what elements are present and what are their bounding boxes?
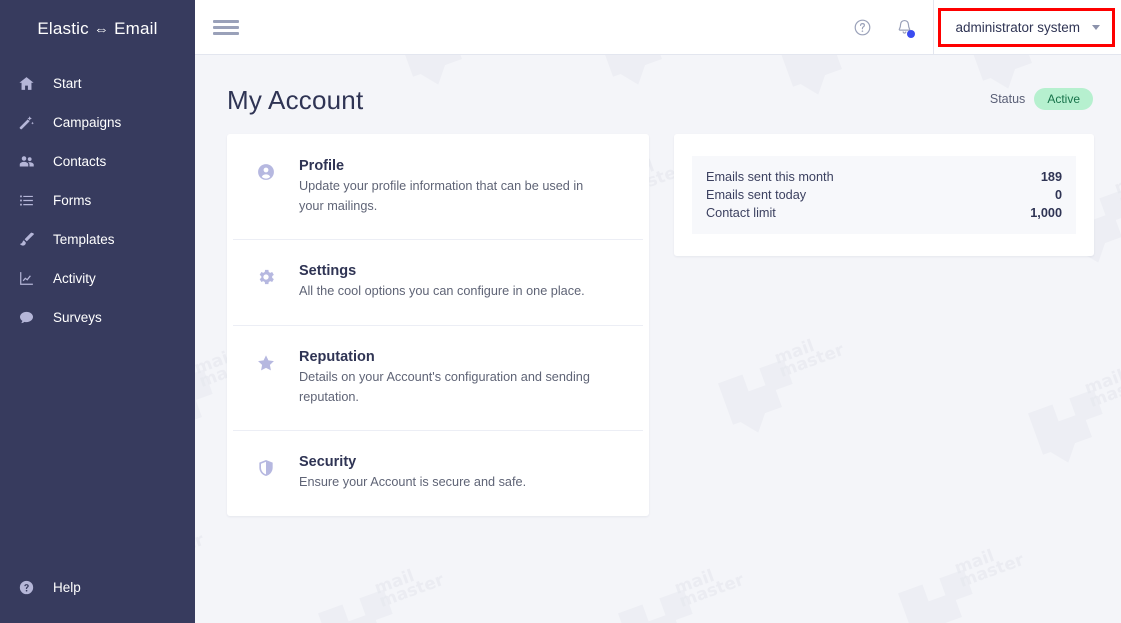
stat-value: 1,000 [1030, 206, 1062, 220]
account-sections-card: Profile Update your profile information … [227, 134, 649, 517]
sidebar-item-campaigns[interactable]: Campaigns [0, 103, 195, 142]
list-icon [18, 191, 44, 211]
stat-value: 0 [1054, 188, 1062, 202]
account-status: Status Active [990, 88, 1093, 116]
user-circle-icon [251, 158, 281, 182]
user-account-dropdown[interactable]: administrator system [938, 7, 1115, 47]
magic-wand-icon [18, 113, 44, 133]
home-icon [18, 74, 44, 94]
account-section-reputation[interactable]: Reputation Details on your Account's con… [227, 325, 649, 430]
stat-row: Emails sent this month 189 [706, 168, 1062, 186]
stat-row: Emails sent today 0 [706, 186, 1062, 204]
help-circle-icon [18, 578, 44, 598]
account-section-profile[interactable]: Profile Update your profile information … [227, 134, 649, 239]
page-header: My Account Status Active [195, 55, 1121, 116]
section-title: Reputation [299, 349, 375, 366]
section-description: Details on your Account's configuration … [299, 370, 590, 404]
people-icon [18, 152, 44, 172]
sidebar-item-surveys[interactable]: Surveys [0, 298, 195, 337]
main-area: administrator system My Account Status A… [195, 0, 1121, 623]
sidebar-item-label: Start [53, 76, 82, 91]
stat-label: Contact limit [706, 206, 776, 220]
hamburger-icon[interactable] [213, 14, 239, 40]
toolbar-divider [933, 0, 935, 55]
shield-icon [251, 454, 281, 478]
question-circle-icon[interactable] [841, 0, 883, 55]
sidebar-item-activity[interactable]: Activity [0, 259, 195, 298]
app-root: Elastic ⇔ Email Start Campaigns Contacts… [0, 0, 1121, 623]
stat-label: Emails sent today [706, 188, 807, 202]
account-section-text: Security Ensure your Account is secure a… [299, 454, 526, 493]
notification-badge-dot [907, 29, 916, 38]
section-description: Update your profile information that can… [299, 179, 584, 213]
sidebar-item-start[interactable]: Start [0, 64, 195, 103]
sidebar-item-label: Help [53, 580, 81, 595]
stat-value: 189 [1040, 170, 1062, 184]
top-bar-actions: administrator system [841, 0, 1121, 55]
bell-icon[interactable] [883, 0, 925, 55]
page-content: My Account Status Active Profile Update … [195, 55, 1121, 623]
sidebar-item-label: Surveys [53, 310, 102, 325]
sidebar-item-label: Activity [53, 271, 96, 286]
sidebar-item-label: Contacts [53, 154, 107, 169]
gear-icon [251, 263, 281, 287]
account-section-text: Reputation Details on your Account's con… [299, 349, 591, 407]
sidebar-item-help[interactable]: Help [0, 568, 195, 607]
speech-bubble-icon [18, 308, 44, 328]
usage-stats-card: Emails sent this month 189 Emails sent t… [674, 134, 1094, 256]
page-title: My Account [227, 85, 364, 115]
account-section-text: Profile Update your profile information … [299, 158, 591, 216]
sidebar-item-forms[interactable]: Forms [0, 181, 195, 220]
logo-link-icon: ⇔ [93, 20, 110, 38]
user-menu-highlight: administrator system [938, 7, 1115, 47]
paintbrush-icon [18, 230, 44, 250]
user-name-label: administrator system [955, 19, 1080, 35]
section-description: Ensure your Account is secure and safe. [299, 475, 527, 490]
sidebar-item-label: Campaigns [53, 115, 122, 130]
app-logo[interactable]: Elastic ⇔ Email [0, 0, 195, 58]
section-title: Profile [299, 158, 345, 174]
account-section-settings[interactable]: Settings All the cool options you can co… [227, 239, 649, 325]
sidebar-item-templates[interactable]: Templates [0, 220, 195, 259]
logo-text-left: Elastic [37, 19, 89, 38]
chart-icon [18, 269, 44, 289]
account-section-security[interactable]: Security Ensure your Account is secure a… [227, 430, 649, 516]
sidebar-item-label: Templates [53, 232, 115, 247]
section-title: Security [299, 454, 357, 471]
account-section-text: Settings All the cool options you can co… [299, 263, 585, 302]
content-columns: Profile Update your profile information … [195, 116, 1121, 517]
logo-text-right: Email [114, 19, 158, 38]
sidebar-item-label: Forms [53, 193, 92, 208]
chevron-down-icon [1092, 24, 1100, 30]
star-icon [251, 349, 281, 373]
status-badge: Active [1034, 88, 1093, 110]
top-bar: administrator system [195, 0, 1121, 55]
section-description: All the cool options you can configure i… [299, 284, 585, 299]
sidebar: Elastic ⇔ Email Start Campaigns Contacts… [0, 0, 195, 623]
sidebar-item-contacts[interactable]: Contacts [0, 142, 195, 181]
stat-label: Emails sent this month [706, 170, 834, 184]
status-label: Status [989, 92, 1026, 106]
section-title: Settings [299, 263, 357, 280]
stat-row: Contact limit 1,000 [706, 204, 1062, 222]
sidebar-footer: Help [0, 568, 195, 607]
sidebar-nav: Start Campaigns Contacts Forms Templates… [0, 64, 195, 337]
usage-stats-list: Emails sent this month 189 Emails sent t… [692, 156, 1076, 234]
